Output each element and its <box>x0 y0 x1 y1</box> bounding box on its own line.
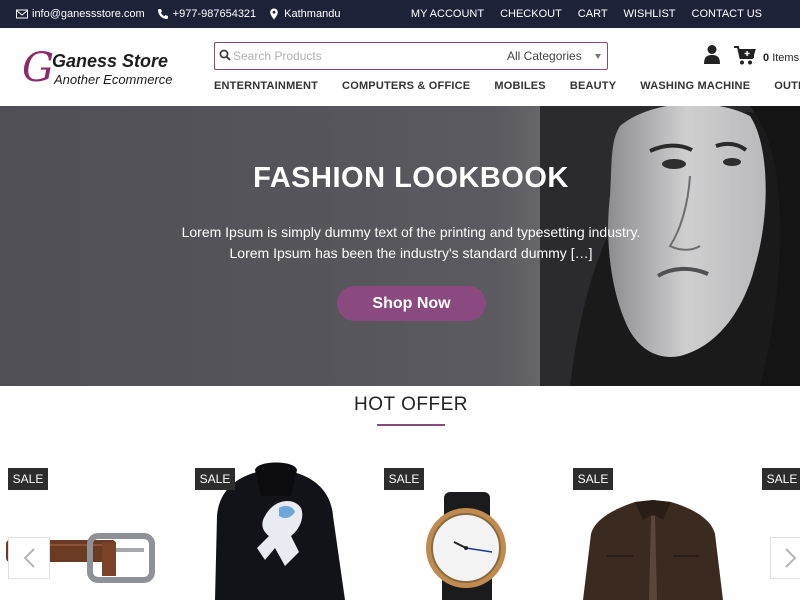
sale-badge: SALE <box>8 468 48 490</box>
product-card-hoodie[interactable]: SALE <box>195 456 365 600</box>
sale-badge: SALE <box>195 468 235 490</box>
nav-item-mobiles[interactable]: MOBILES <box>494 80 546 98</box>
contact-info: info@ganessstore.com +977-987654321 Kath… <box>16 0 340 28</box>
main-nav: ENTERNTAINMENT COMPUTERS & OFFICE MOBILE… <box>214 80 800 98</box>
search-bar: All Categories <box>214 42 608 70</box>
carousel-next-button[interactable] <box>770 537 800 579</box>
cart-count-label: Items <box>772 52 800 64</box>
cart-link[interactable]: CART <box>578 8 608 20</box>
chevron-down-icon <box>595 54 601 59</box>
phone-contact[interactable]: +977-987654321 <box>157 8 257 20</box>
location-text: Kathmandu <box>284 8 341 20</box>
logo-tagline: Another Ecommerce <box>54 72 173 87</box>
logo-mark: G <box>22 45 54 91</box>
cart-count-value: 0 <box>763 52 770 64</box>
search-input[interactable] <box>233 45 503 67</box>
product-carousel: SALE SALE SALE SALE SALE <box>0 456 800 600</box>
phone-icon <box>157 9 168 19</box>
product-card-watch[interactable]: SALE <box>384 456 554 600</box>
checkout-link[interactable]: CHECKOUT <box>500 8 562 20</box>
search-icon[interactable] <box>219 49 231 61</box>
title-underline <box>377 424 445 426</box>
nav-item-washing-machine[interactable]: WASHING MACHINE <box>640 80 750 98</box>
phone-text: +977-987654321 <box>172 8 257 20</box>
wishlist-link[interactable]: WISHLIST <box>624 8 676 20</box>
logo-name: Ganess Store <box>52 51 169 71</box>
product-card-jacket[interactable]: SALE <box>573 456 743 600</box>
category-select[interactable]: All Categories <box>507 43 607 69</box>
category-selected: All Categories <box>507 49 582 63</box>
location-icon <box>270 8 278 20</box>
cart-count[interactable]: 0 Items <box>763 52 799 64</box>
hero-banner: FASHION LOOKBOOK Lorem Ipsum is simply d… <box>0 106 800 386</box>
sale-badge: SALE <box>384 468 424 490</box>
email-contact[interactable]: info@ganessstore.com <box>16 8 145 20</box>
shop-now-button[interactable]: Shop Now <box>337 286 486 321</box>
hero-text: Lorem Ipsum is simply dummy text of the … <box>181 224 641 261</box>
nav-item-computers-office[interactable]: COMPUTERS & OFFICE <box>342 80 470 98</box>
site-header: G Ganess Store Another Ecommerce All Cat… <box>0 28 800 106</box>
envelope-icon <box>16 9 28 19</box>
email-text: info@ganessstore.com <box>32 8 145 20</box>
chevron-left-icon <box>23 548 35 568</box>
cart-icon[interactable] <box>734 46 756 66</box>
site-logo[interactable]: G Ganess Store Another Ecommerce <box>22 46 192 94</box>
nav-item-outdoor[interactable]: OUTDOOR <box>774 80 800 98</box>
user-icon[interactable] <box>702 44 722 64</box>
sale-badge: SALE <box>573 468 613 490</box>
contact-us-link[interactable]: CONTACT US <box>692 8 763 20</box>
hero-title: FASHION LOOKBOOK <box>253 162 569 194</box>
nav-item-beauty[interactable]: BEAUTY <box>570 80 616 98</box>
top-links: MY ACCOUNT CHECKOUT CART WISHLIST CONTAC… <box>411 0 762 28</box>
my-account-link[interactable]: MY ACCOUNT <box>411 8 484 20</box>
chevron-right-icon <box>785 548 797 568</box>
nav-item-entertainment[interactable]: ENTERNTAINMENT <box>214 80 318 98</box>
carousel-prev-button[interactable] <box>8 537 50 579</box>
top-bar: info@ganessstore.com +977-987654321 Kath… <box>0 0 800 28</box>
hot-offer-title: HOT OFFER <box>354 394 468 415</box>
sale-badge: SALE <box>762 468 800 490</box>
location-contact: Kathmandu <box>268 8 340 20</box>
